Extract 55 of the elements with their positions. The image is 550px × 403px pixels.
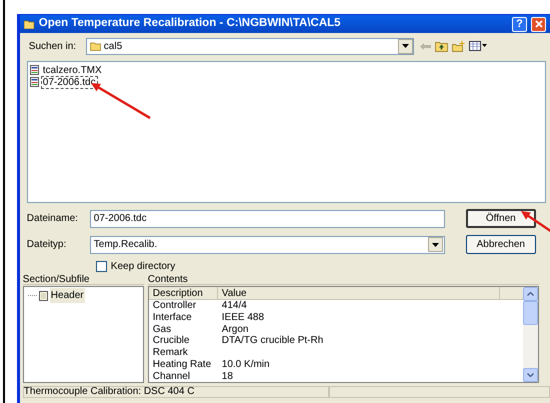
table-cell-text: 18 xyxy=(220,370,233,383)
document-icon xyxy=(30,77,39,87)
filename-label: Dateiname: xyxy=(26,212,79,226)
close-icon xyxy=(534,20,542,28)
table-cell-text: Argon xyxy=(220,324,248,336)
dialog-button[interactable]: Öffnen xyxy=(466,209,536,228)
scroll-thumb[interactable] xyxy=(522,301,538,325)
look-in-dropdown[interactable]: cal5 xyxy=(86,38,414,54)
dialog-button[interactable]: Abbrechen xyxy=(466,235,536,254)
document-icon xyxy=(30,65,39,75)
annotation-arrow xyxy=(521,211,550,234)
close-button[interactable] xyxy=(531,16,546,32)
help-button[interactable]: ? xyxy=(512,16,527,32)
scrollbar[interactable] xyxy=(522,287,538,382)
look-in-label: Suchen in: xyxy=(28,40,78,54)
status-text: Thermocouple Calibration: DSC 404 C xyxy=(22,386,329,398)
table-cell-text: Interface xyxy=(152,312,193,324)
chevron-down-icon xyxy=(526,373,534,377)
table-cell-text: Channel xyxy=(152,370,192,383)
look-in-value: cal5 xyxy=(104,40,124,54)
file-item[interactable]: tcalzero.TMX xyxy=(40,64,104,76)
chevron-up-icon xyxy=(526,292,534,296)
scroll-up-button[interactable] xyxy=(522,287,538,301)
filename-field[interactable]: 07-2006.tdc xyxy=(90,210,445,228)
column-header[interactable]: Description xyxy=(148,287,218,299)
column-header[interactable]: Value xyxy=(218,287,500,299)
new-folder-icon[interactable] xyxy=(452,40,465,52)
window-title: Open Temperature Recalibration - C:\NGBWIN\TA\CAL5 xyxy=(38,16,341,32)
contents-header: Contents xyxy=(148,274,539,285)
section-header: Section/Subfile xyxy=(22,274,144,285)
caret-icon xyxy=(402,44,409,48)
table-cell-text: Controller xyxy=(152,300,198,312)
table-cell-text: DTA/TG crucible Pt-Rh xyxy=(220,335,324,348)
table-cell-text: 414/4 xyxy=(220,300,247,312)
tree-item[interactable]: Header xyxy=(50,288,85,303)
filetype-dropdown[interactable]: Temp.Recalib. xyxy=(90,236,445,254)
table-cell-text: Remark xyxy=(152,347,189,359)
table-cell-text: IEEE 488 xyxy=(220,312,264,324)
dropdown-button[interactable] xyxy=(428,237,443,252)
up-folder-icon[interactable] xyxy=(434,40,448,52)
keep-directory-label: Keep directory xyxy=(110,260,176,274)
table-cell-text: Gas xyxy=(152,324,172,336)
folder-icon xyxy=(24,20,35,28)
view-menu-icon[interactable] xyxy=(468,41,487,51)
table-cell-text: Heating Rate xyxy=(152,358,212,371)
caret-icon xyxy=(432,242,439,246)
scroll-down-button[interactable] xyxy=(522,368,538,382)
page-icon xyxy=(38,290,48,300)
keep-directory-checkbox[interactable] xyxy=(96,260,107,272)
folder-icon xyxy=(90,42,101,50)
filetype-label: Dateityp: xyxy=(26,238,68,252)
dropdown-button[interactable] xyxy=(398,38,413,54)
filetype-value: Temp.Recalib. xyxy=(94,238,158,252)
table-cell-text: 10.0 K/min xyxy=(220,358,270,371)
table-cell-text: Crucible xyxy=(152,335,190,348)
